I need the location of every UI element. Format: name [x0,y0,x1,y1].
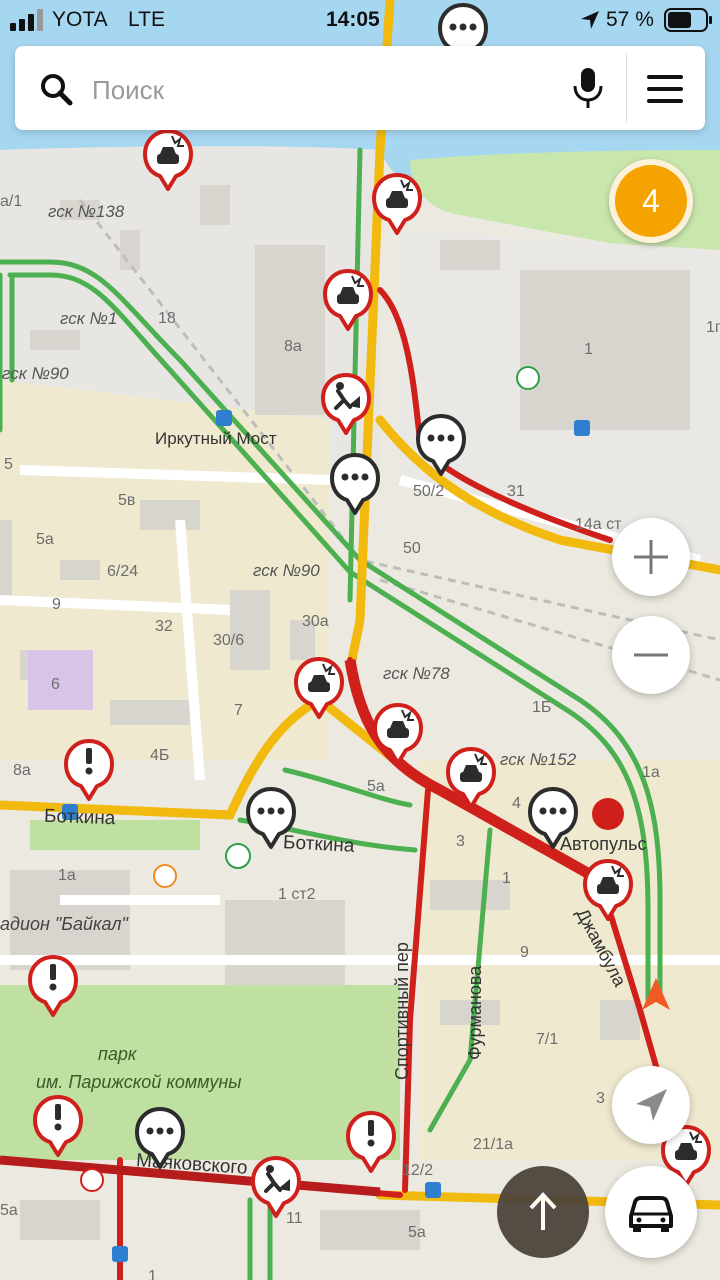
house-number: 3 [596,1090,605,1107]
menu-icon[interactable] [647,75,683,103]
chat-icon[interactable] [527,786,579,850]
plus-icon [634,540,668,574]
status-bar: YOTA LTE 14:05 57 % [0,0,720,40]
navigation-arrow-icon [636,1089,667,1121]
house-number: 30а [302,613,329,630]
roadworks-icon[interactable] [320,372,372,436]
house-number: 1а [642,764,660,781]
bus-stop-label: Иркутный Мост [155,429,277,448]
house-number: 1Б [532,699,552,716]
house-number: 30/6 [213,632,245,649]
house-number: 5а [408,1224,426,1241]
minus-icon [634,653,668,657]
house-number: 4Б [150,747,170,764]
house-number: 8а [13,762,31,779]
area-label-gsk1: гск №1 [60,309,118,328]
chat-icon[interactable] [329,452,381,516]
house-number: 18 [158,310,176,327]
area-label-gsk138: гск №138 [48,202,125,221]
house-number: 1 [584,341,593,358]
search-bar[interactable]: Поиск [15,46,705,130]
house-number: 5а [36,531,54,548]
user-position-icon [642,978,670,1010]
house-number: 6/24 [107,563,139,580]
accident-icon[interactable] [322,268,374,332]
chat-icon[interactable] [245,786,297,850]
street-label-botkina: Боткина [43,805,116,830]
clock: 14:05 [326,8,380,31]
house-number: 1 ст2 [278,886,316,903]
street-label-sportivny: Спортивный пер [392,942,412,1080]
house-number: 3 [456,833,465,850]
battery-percent: 57 % [606,8,654,31]
house-number: 1 [502,870,511,887]
house-number: 9 [52,596,61,613]
chat-icon[interactable] [134,1106,186,1170]
accident-icon[interactable] [371,172,423,236]
roadworks-icon[interactable] [250,1155,302,1219]
arrow-up-icon [529,1192,557,1230]
transport-mode-button[interactable] [605,1166,697,1258]
street-label-furmanova: Фурманова [465,965,485,1060]
house-number: 8а [284,338,302,355]
house-number: 7/1 [536,1031,559,1048]
house-number: 50 [403,540,421,557]
event-cluster-badge[interactable]: 4 [609,159,693,243]
house-number: 7 [234,702,243,719]
house-number: 1г [706,319,720,336]
microphone-icon[interactable] [572,66,604,110]
house-number: 6 [51,676,60,693]
accident-icon[interactable] [293,656,345,720]
house-number: а/1 [0,193,23,210]
house-number: 32 [155,618,173,635]
house-number: 5в [118,492,136,509]
search-input[interactable]: Поиск [92,75,164,106]
battery-icon [664,8,712,32]
warning-icon[interactable] [27,954,79,1018]
house-number: 21/1а [473,1136,514,1153]
search-icon [41,74,73,106]
accident-icon[interactable] [372,702,424,766]
carrier-name: YOTA [52,8,108,31]
park-label: им. Парижской коммуны [36,1072,242,1092]
my-location-button[interactable] [612,1066,690,1144]
warning-icon[interactable] [63,738,115,802]
house-number: 50/2 [413,483,445,500]
accident-icon[interactable] [582,858,634,922]
house-number: 31 [507,483,525,500]
area-label-gsk90a: гск №90 [2,364,69,383]
car-icon [629,1196,673,1232]
area-label-gsk90b: гск №90 [253,561,320,580]
location-arrow-icon [581,11,599,29]
network-type: LTE [128,8,165,31]
house-number: 5а [0,1202,18,1219]
route-up-button[interactable] [497,1166,589,1258]
area-label-gsk78: гск №78 [383,664,450,683]
place-label-stadium: адион "Байкал" [0,914,128,934]
zoom-out-button[interactable] [612,616,690,694]
signal-icon [10,9,43,31]
area-label-gsk152: гск №152 [500,750,577,769]
chat-icon[interactable] [415,413,467,477]
search-divider [626,54,627,122]
house-number: 5а [367,778,385,795]
house-number: 1а [58,867,76,884]
house-number: 5 [4,456,13,473]
house-number: 9 [520,944,529,961]
house-number: 4 [512,795,521,812]
accident-icon[interactable] [142,128,194,192]
warning-icon[interactable] [32,1094,84,1158]
house-number: 12/2 [402,1162,434,1179]
zoom-in-button[interactable] [612,518,690,596]
park-label: парк [98,1044,137,1064]
accident-icon[interactable] [445,746,497,810]
house-number: 1 [148,1268,157,1280]
warning-icon[interactable] [345,1110,397,1174]
